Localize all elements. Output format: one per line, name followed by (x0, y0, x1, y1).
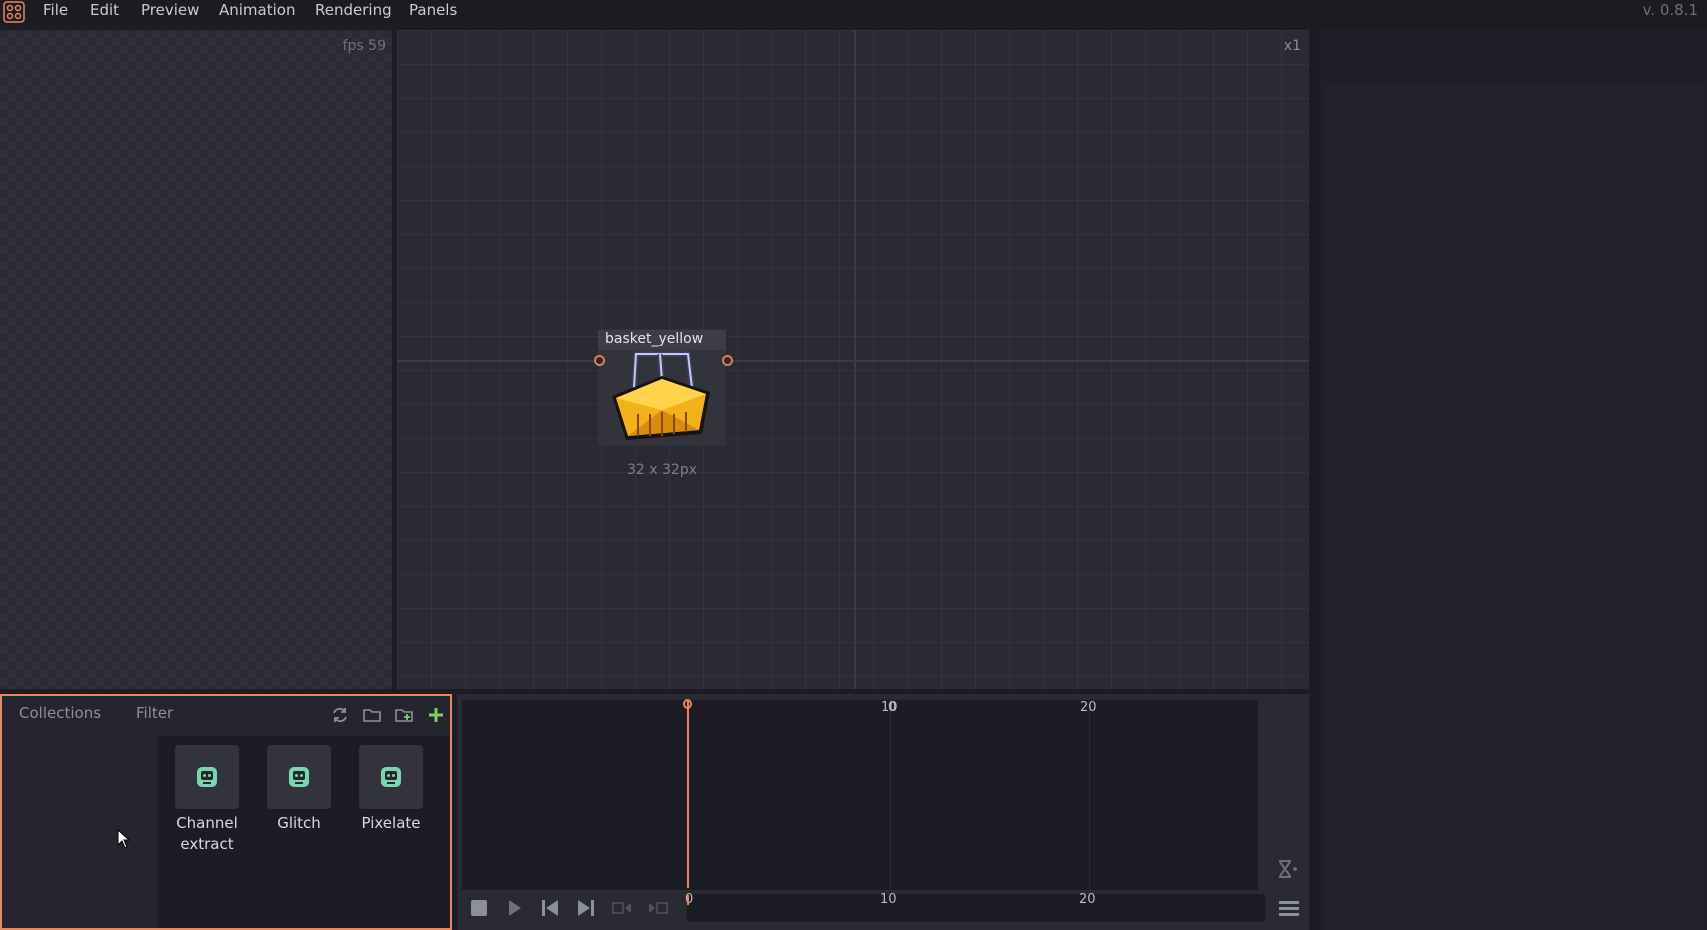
stop-icon[interactable] (468, 897, 490, 919)
collection-item-pixelate[interactable]: Pixelate (345, 745, 437, 834)
add-icon[interactable] (426, 705, 446, 725)
fps-label: fps 59 (342, 38, 386, 54)
menu-rendering[interactable]: Rendering (315, 0, 392, 25)
tab-collections[interactable]: Collections (19, 704, 101, 722)
shader-icon (359, 745, 423, 809)
timeline-settings-icon[interactable] (1275, 857, 1299, 881)
menu-animation[interactable]: Animation (219, 0, 295, 25)
version-label: v. 0.8.1 (1642, 1, 1698, 19)
skip-to-end-icon[interactable] (575, 897, 597, 919)
menu-file[interactable]: File (43, 0, 68, 25)
timeline-scrubber[interactable]: 0 10 20 (685, 892, 1265, 922)
scrubber-playhead[interactable] (687, 895, 689, 905)
timeline-tick-label: 10 (881, 700, 898, 715)
playhead-handle[interactable] (683, 699, 692, 709)
skip-to-start-icon[interactable] (539, 897, 561, 919)
collections-grid: Channel extract Glitch Pixelate (157, 736, 449, 928)
prev-frame-icon[interactable] (611, 897, 633, 919)
preview-panel[interactable]: fps 59 (0, 30, 392, 689)
new-folder-icon[interactable] (394, 705, 414, 725)
collections-panel: Collections Filter Channel extract Glitch (0, 694, 452, 930)
collection-label: Pixelate (361, 814, 421, 832)
collection-label: Glitch (277, 814, 321, 832)
collection-item-glitch[interactable]: Glitch (253, 745, 345, 834)
scrubber-tick-label: 10 (880, 892, 897, 907)
collection-item-channel-extract[interactable]: Channel extract (161, 745, 253, 855)
play-icon[interactable] (503, 897, 525, 919)
app-logo-icon[interactable] (3, 1, 25, 23)
menubar: File Edit Preview Animation Rendering Pa… (0, 0, 1707, 25)
node-size-label: 32 x 32px (627, 462, 697, 478)
tab-filter[interactable]: Filter (136, 704, 173, 722)
zoom-label: x1 (1283, 38, 1301, 54)
menu-panels[interactable]: Panels (409, 0, 457, 25)
menu-preview[interactable]: Preview (141, 0, 199, 25)
folder-icon[interactable] (362, 705, 382, 725)
shader-icon (175, 745, 239, 809)
scrubber-tick-label: 20 (1079, 892, 1096, 907)
node-title-bar[interactable]: basket_yellow (598, 330, 726, 350)
timeline-gridline (1089, 700, 1090, 890)
timeline-tick-label: 20 (1080, 700, 1097, 715)
timeline-track[interactable]: 0 10 20 (462, 700, 1258, 890)
timeline-gridline (890, 700, 891, 890)
basket-sprite-image (602, 348, 722, 446)
mouse-cursor-icon (117, 828, 131, 853)
node-graph-panel[interactable]: x1 basket_yellow 32 x 32px (397, 30, 1309, 689)
refresh-icon[interactable] (330, 705, 350, 725)
inspector-content[interactable] (1322, 86, 1706, 930)
shader-icon (267, 745, 331, 809)
next-frame-icon[interactable] (647, 897, 669, 919)
graph-axis-horizontal (397, 360, 1309, 362)
timeline-playhead[interactable] (687, 700, 689, 888)
menu-icon[interactable] (1278, 897, 1300, 919)
collection-label: Channel (176, 814, 238, 832)
collection-label-line2: extract (180, 835, 234, 853)
menu-edit[interactable]: Edit (90, 0, 119, 25)
node-output-port[interactable] (722, 355, 733, 366)
node-title: basket_yellow (605, 331, 704, 347)
node-input-port[interactable] (594, 355, 605, 366)
